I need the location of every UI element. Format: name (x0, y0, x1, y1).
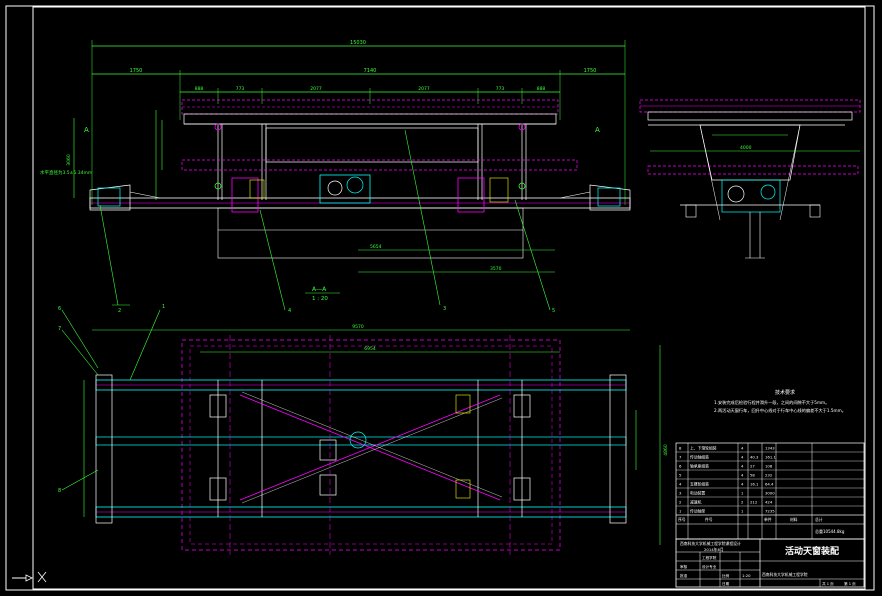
bom-cell-w2: 7235 (765, 509, 775, 514)
bom-cell-qty: 4 (741, 473, 744, 478)
bill-of-materials: 8 上、下滑轮组装 4 1343 7 传动轴组装 4 40.3 161.1 6 轴承座组装 4 27 10… (675, 442, 865, 540)
dim-seg-d: 2077 (418, 86, 430, 92)
bom-total-weight: 总重10544.8kg (815, 528, 845, 534)
notes-line-2: 2.两活动天窗行车，回升中心线对于行车中心线的偏差不大于1.5mm。 (714, 407, 846, 414)
callout-8: 8 (58, 488, 61, 494)
bom-cell-qty: 4 (741, 446, 744, 451)
titleblock-scale: 1:20 (742, 573, 751, 578)
bom-header-total: 总计 (815, 517, 823, 522)
section-marker-left: A (84, 126, 89, 134)
bom-cell-qty: 1 (741, 509, 744, 514)
dim-seg-a: 888 (195, 86, 204, 92)
notes-line-1: 1.安装完成后检验行程并滑升一段，之间的间隙不大于5mm。 (714, 399, 829, 406)
plan-view: 9570 6954 4860 6 7 1 8 (58, 304, 669, 555)
bom-cell-name: 减速机 (690, 500, 702, 505)
titleblock-sheet: 共 1 页 (822, 581, 834, 586)
bom-header-no: 序号 (678, 517, 686, 522)
dim-seg-e: 773 (496, 86, 505, 92)
titleblock-school: 西南科技大学机械工程学院课程设计 (680, 541, 741, 546)
bom-cell-no: 2 (679, 500, 682, 505)
bom-cell-name: 上、下滑轮组装 (690, 446, 717, 451)
bom-cell-w2: 3000 (765, 491, 775, 496)
bom-cell-qty: 2 (741, 500, 744, 505)
bom-cell-w1: 40.3 (750, 455, 759, 460)
bom-cell-no: 8 (679, 446, 682, 451)
bom-cell-w1: 212 (750, 500, 758, 505)
bom-cell-qty: 1 (741, 491, 744, 496)
bom-cell-w2: 1343 (765, 446, 775, 451)
dim-overall-width: 15030 (350, 40, 366, 46)
drawing-title: 活动天窗装配 (785, 545, 839, 557)
drawing-border-outer (5, 5, 875, 591)
dim-inner-span: 5654 (370, 244, 382, 250)
bom-cell-qty: 4 (741, 464, 744, 469)
callout-6: 6 (58, 306, 61, 312)
bom-cell-w2: 108 (765, 464, 773, 469)
dim-seg-c: 2077 (310, 86, 322, 92)
titleblock-r3: 比例 (722, 573, 730, 578)
titleblock-r2: 设计专业 (702, 564, 717, 569)
titleblock-year: 2014年6月 (704, 547, 724, 552)
bom-cell-w1: 16.1 (750, 482, 759, 487)
bom-cell-name: 支撑轮组装 (690, 482, 709, 487)
bom-cell-w2: 424 (765, 500, 773, 505)
titleblock-r4: 审核 (680, 564, 688, 569)
dim-side-span: 4000 (740, 145, 752, 151)
bom-header-single: 单件 (764, 517, 772, 522)
bom-cell-w2: 161.1 (765, 455, 776, 460)
section-view-label: A—A (312, 286, 327, 293)
callout-4: 4 (288, 308, 291, 314)
technical-notes: 技术要求 1.安装完成后检验行程并滑升一段，之间的间隙不大于5mm。 2.两活动… (714, 389, 846, 414)
bom-cell-no: 1 (679, 509, 682, 514)
titleblock-r6: 日期 (722, 581, 730, 586)
bom-cell-no: 3 (679, 491, 682, 496)
titleblock-r5: 批准 (680, 573, 688, 578)
dim-level-note: 水平直径为3.5±5.34mm (40, 169, 92, 176)
bom-header-part: 件号 (705, 517, 713, 522)
callout-3: 3 (443, 306, 446, 312)
bom-cell-qty: 4 (741, 482, 744, 487)
callout-7: 7 (58, 326, 61, 332)
section-marker-right: A (595, 126, 600, 134)
bom-cell-no: 6 (679, 464, 682, 469)
dim-offset-span: 3570 (490, 266, 502, 272)
callout-2: 2 (118, 308, 121, 314)
dim-right-height: 4860 (663, 444, 669, 456)
dim-seg-f: 888 (537, 86, 546, 92)
bom-cell-name: 轴承座组装 (690, 464, 709, 469)
bom-cell-w1: 58 (750, 473, 755, 478)
side-elevation-view: 4000 (639, 99, 861, 259)
titleblock-r1: 工程学院 (702, 555, 717, 560)
bom-cell-no: 4 (679, 482, 682, 487)
title-block: 西南科技大学机械工程学院课程设计 2014年6月 活动天窗装配 工程学院 设计专… (675, 538, 865, 588)
dim-right-overhang: 1750 (584, 68, 597, 74)
callout-5: 5 (552, 308, 555, 314)
dim-plan-width: 9570 (352, 324, 364, 330)
dim-seg-b: 773 (236, 86, 245, 92)
bom-cell-no: 5 (679, 473, 682, 478)
dim-middle-span: 7140 (364, 68, 377, 74)
dim-left-height: 3060 (66, 154, 72, 166)
section-view-scale: 1 : 20 (312, 296, 328, 302)
bom-cell-name: 传动轴架 (690, 509, 705, 514)
titleblock-desc: 西南科技大学机械工程学院 (762, 572, 808, 577)
ucs-axis-icon (12, 571, 47, 583)
bom-cell-w1: 27 (750, 464, 755, 469)
bom-cell-name: 电动装置 (690, 491, 705, 496)
dim-plan-inner: 6954 (364, 346, 376, 352)
bom-cell-no: 7 (679, 455, 682, 460)
cad-drawing-canvas[interactable]: 15030 1750 7140 1750 888 773 2077 2077 7… (0, 0, 882, 596)
titleblock-page: 第 1 页 (844, 581, 856, 586)
dim-left-overhang: 1750 (130, 68, 143, 74)
bom-cell-qty: 4 (741, 455, 744, 460)
bom-cell-w2: 232 (765, 473, 773, 478)
front-elevation-view: 15030 1750 7140 1750 888 773 2077 2077 7… (40, 40, 631, 314)
bom-cell-name: 传动轴组装 (690, 455, 709, 460)
notes-heading: 技术要求 (775, 389, 795, 396)
bom-header-material: 材料 (790, 517, 798, 522)
callout-1: 1 (162, 304, 165, 310)
bom-cell-w2: 64.4 (765, 482, 774, 487)
